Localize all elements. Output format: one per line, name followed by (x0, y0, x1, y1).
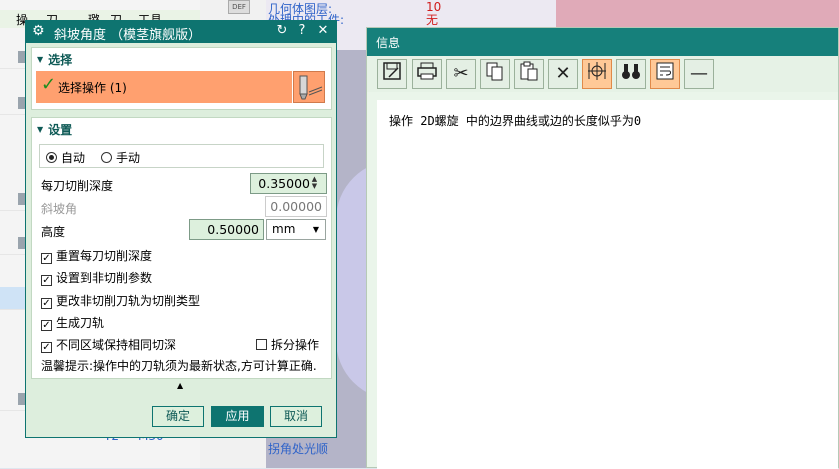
chevron-down-icon: ▼ (312, 225, 319, 234)
dialog-title: 斜坡角度 （模茎旗舰版） (54, 28, 202, 43)
reset-depth-checkbox[interactable]: ✓ 重置每刀切削深度 (41, 247, 152, 264)
height-field[interactable]: 0.50000 (189, 219, 264, 240)
change-noncut-checkbox[interactable]: ✓ 更改非切削刀轨为切削类型 (41, 292, 200, 309)
close-x-icon[interactable]: ✕ (548, 59, 578, 89)
model-geometry (556, 0, 839, 30)
spinner-icon[interactable]: ▲ ▼ (309, 176, 320, 191)
settings-section: ▼ 设置 自动 手动 每刀切削深度 0.35000 ▲ ▼ 斜坡角 0.00000 … (31, 117, 332, 379)
reset-icon[interactable]: ↻ (274, 23, 290, 38)
copy-icon[interactable] (480, 59, 510, 89)
info-title: 信息 (376, 36, 401, 50)
wrap-text-icon[interactable] (650, 59, 680, 89)
select-operation-label: 选择操作 (1) (58, 81, 127, 95)
selection-section: ▼ 选择 ✓ 选择操作 (1) (31, 47, 332, 110)
cancel-button[interactable]: 取消 (270, 406, 322, 427)
gear-icon: ⚙ (32, 23, 45, 39)
scissors-icon[interactable]: ✂ (446, 59, 476, 89)
depth-field[interactable]: 0.35000 ▲ ▼ (250, 173, 327, 194)
paste-icon[interactable] (514, 59, 544, 89)
same-depth-checkbox[interactable]: ✓ 不同区域保持相同切深 (41, 336, 176, 353)
apply-button[interactable]: 应用 (211, 406, 264, 427)
save-icon[interactable] (377, 59, 407, 89)
auto-radio[interactable]: 自动 (46, 149, 85, 166)
generate-path-checkbox[interactable]: ✓ 生成刀轨 (41, 314, 104, 331)
info-toolbar: ✂ ✕ — (367, 56, 838, 92)
ramp-angle-label: 斜坡角 (41, 202, 78, 216)
tip-text: 温馨提示:操作中的刀轨须为最新状态,方可计算正确. (41, 359, 317, 373)
print-icon[interactable] (412, 59, 442, 89)
section-header[interactable]: ▼ 设置 (37, 121, 72, 138)
binoculars-icon[interactable] (616, 59, 646, 89)
info-message: 操作 2D螺旋 中的边界曲线或边的长度似乎为0 (389, 114, 642, 128)
mode-group: 自动 手动 (39, 144, 324, 168)
minus-icon[interactable]: — (684, 59, 714, 89)
close-icon[interactable]: ✕ (315, 23, 331, 38)
ramp-angle-dialog: ⚙ 斜坡角度 （模茎旗舰版） ↻ ? ✕ ▼ 选择 ✓ 选择操作 (1) ▼ 设置 … (25, 20, 337, 438)
tool-icon (299, 75, 323, 100)
manual-radio[interactable]: 手动 (101, 149, 140, 166)
split-operation-checkbox[interactable]: 拆分操作 (256, 336, 319, 353)
info-window: 信息 ✂ ✕ — 操作 2D螺旋 中的边界曲线或边的长度似乎为0 (366, 27, 839, 469)
der-icon: DEF (228, 0, 250, 14)
ok-button[interactable]: 确定 (152, 406, 204, 427)
select-operation-row[interactable]: ✓ 选择操作 (1) (36, 71, 292, 103)
unit-select[interactable]: mm ▼ (266, 219, 326, 240)
select-tool-button[interactable] (293, 71, 325, 103)
target-icon[interactable] (582, 59, 612, 89)
dialog-titlebar[interactable]: ⚙ 斜坡角度 （模茎旗舰版） ↻ ? ✕ (26, 21, 336, 43)
set-noncut-checkbox[interactable]: ✓ 设置到非切削参数 (41, 269, 152, 286)
depth-label: 每刀切削深度 (41, 179, 114, 193)
checkmark-icon: ✓ (41, 74, 57, 95)
info-titlebar[interactable]: 信息 (367, 28, 838, 56)
info-label: 拐角处光顺 (268, 442, 329, 456)
section-header[interactable]: ▼ 选择 (37, 51, 72, 68)
ramp-angle-field: 0.00000 (265, 196, 327, 217)
height-label: 高度 (41, 225, 66, 239)
collapse-icon[interactable]: ▲ (177, 381, 183, 390)
info-text-area[interactable]: 操作 2D螺旋 中的边界曲线或边的长度似乎为0 (377, 100, 838, 469)
info-value: 无 (426, 13, 439, 27)
help-icon[interactable]: ? (294, 23, 310, 38)
